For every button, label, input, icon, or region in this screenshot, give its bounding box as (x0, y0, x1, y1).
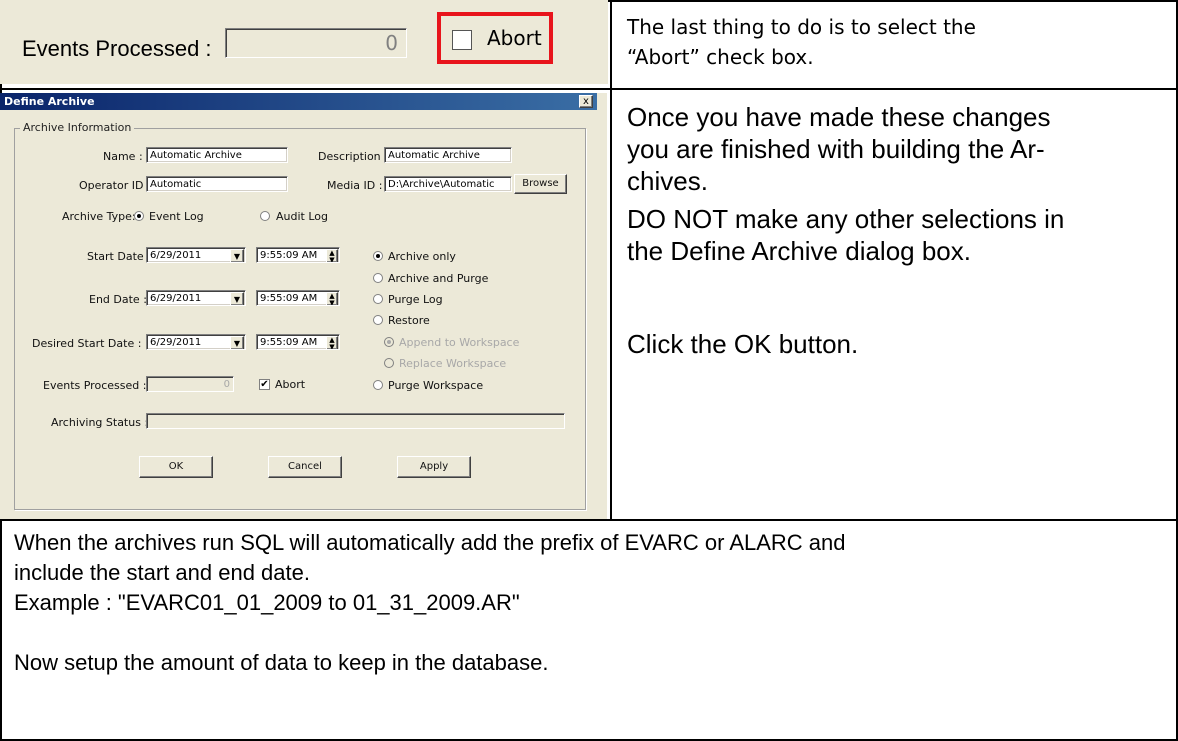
spinner-arrows-icon[interactable]: ▲ ▼ (326, 336, 338, 349)
finish-line-1: Once you have made these changes (627, 102, 1051, 132)
replace-workspace-radio[interactable] (384, 358, 394, 368)
desired-start-time-spinner[interactable]: 9:55:09 AM ▲ ▼ (256, 334, 340, 350)
start-date-value: 6/29/2011 (150, 250, 202, 261)
desired-start-date-combo[interactable]: 6/29/2011 ▼ (146, 334, 246, 350)
end-time-spinner[interactable]: 9:55:09 AM ▲ ▼ (256, 290, 340, 306)
operator-id-input[interactable]: Automatic (146, 176, 288, 192)
abort-checkbox[interactable] (452, 30, 472, 50)
abort-label: Abort (275, 378, 306, 391)
start-time-value: 9:55:09 AM (260, 250, 318, 261)
audit-log-label: Audit Log (276, 210, 328, 223)
abort-label: Abort (487, 26, 542, 50)
archive-naming-note: When the archives run SQL will automatic… (14, 528, 1164, 678)
events-processed-field: 0 (225, 28, 407, 58)
desired-start-date-label: Desired Start Date : (32, 337, 142, 350)
end-date-combo[interactable]: 6/29/2011 ▼ (146, 290, 246, 306)
finish-line-2: you are finished with building the Ar- (627, 134, 1045, 164)
archive-and-purge-label: Archive and Purge (388, 272, 489, 285)
note-line-2: include the start and end date. (14, 560, 310, 585)
ok-button[interactable]: OK (139, 456, 213, 478)
append-to-workspace-label: Append to Workspace (399, 336, 520, 349)
events-processed-value: 0 (385, 31, 398, 55)
finish-line-3: chives. (627, 166, 708, 196)
purge-workspace-radio[interactable] (373, 380, 383, 390)
events-processed-field: 0 (146, 376, 234, 392)
name-label: Name : (103, 150, 143, 163)
instruction-abort-line-1: The last thing to do is to select the (627, 15, 976, 39)
finish-line-5: the Define Archive dialog box. (627, 236, 971, 266)
event-log-label: Event Log (149, 210, 204, 223)
table-border-row2 (0, 519, 1178, 521)
chevron-down-icon[interactable]: ▼ (230, 249, 244, 262)
audit-log-radio[interactable] (260, 211, 270, 221)
archive-type-label: Archive Type: (62, 210, 136, 223)
spinner-arrows-icon[interactable]: ▲ ▼ (326, 292, 338, 305)
archive-only-radio[interactable] (373, 251, 383, 261)
purge-workspace-label: Purge Workspace (388, 379, 484, 392)
apply-button[interactable]: Apply (397, 456, 471, 478)
table-border-row1 (0, 88, 1178, 90)
media-id-label: Media ID : (327, 179, 383, 192)
event-log-radio[interactable] (134, 211, 144, 221)
purge-log-label: Purge Log (388, 293, 443, 306)
start-time-spinner[interactable]: 9:55:09 AM ▲ ▼ (256, 247, 340, 263)
note-line-1: When the archives run SQL will automatic… (14, 530, 846, 555)
start-date-combo[interactable]: 6/29/2011 ▼ (146, 247, 246, 263)
instruction-abort-line-2: “Abort” check box. (627, 45, 814, 69)
spinner-arrows-icon[interactable]: ▲ ▼ (326, 249, 338, 262)
archiving-status-field (146, 413, 565, 429)
instruction-finish: Once you have made these changes you are… (627, 101, 1167, 360)
purge-log-radio[interactable] (373, 294, 383, 304)
cancel-button[interactable]: Cancel (268, 456, 342, 478)
events-processed-label: Events Processed : (22, 36, 212, 61)
operator-id-label: Operator ID : (79, 179, 151, 192)
start-date-label: Start Date : (87, 250, 151, 263)
restore-label: Restore (388, 314, 430, 327)
end-date-value: 6/29/2011 (150, 293, 202, 304)
finish-line-4: DO NOT make any other selections in (627, 204, 1065, 234)
desired-start-time-value: 9:55:09 AM (260, 337, 318, 348)
browse-button[interactable]: Browse (514, 174, 567, 194)
chevron-down-icon[interactable]: ▼ (230, 336, 244, 349)
dialog-title: Define Archive (4, 95, 95, 108)
name-input[interactable]: Automatic Archive (146, 147, 288, 163)
archive-and-purge-radio[interactable] (373, 273, 383, 283)
end-time-value: 9:55:09 AM (260, 293, 318, 304)
media-id-input[interactable]: D:\Archive\Automatic (384, 176, 512, 192)
replace-workspace-label: Replace Workspace (399, 357, 507, 370)
events-abort-snippet: Events Processed : 0 Abort (0, 0, 608, 84)
table-border-middle (610, 0, 612, 520)
desired-start-date-value: 6/29/2011 (150, 337, 202, 348)
abort-checkbox[interactable]: ✔ (259, 379, 270, 390)
dialog-title-bar: Define Archive x (0, 93, 597, 110)
archiving-status-label: Archiving Status : (51, 416, 149, 429)
chevron-down-icon[interactable]: ▼ (230, 292, 244, 305)
events-processed-value: 0 (223, 379, 230, 390)
restore-radio[interactable] (373, 315, 383, 325)
archive-only-label: Archive only (388, 250, 456, 263)
note-line-4: Now setup the amount of data to keep in … (14, 650, 549, 675)
end-date-label: End Date : (89, 293, 147, 306)
define-archive-dialog: Define Archive x Archive Information Nam… (0, 93, 607, 519)
description-label: Description : (318, 150, 388, 163)
finish-line-6: Click the OK button. (627, 329, 859, 359)
events-processed-label: Events Processed : (43, 379, 147, 392)
append-to-workspace-radio[interactable] (384, 337, 394, 347)
instruction-abort: The last thing to do is to select the “A… (627, 12, 1167, 72)
archive-information-title: Archive Information (20, 121, 135, 134)
note-line-3: Example : "EVARC01_01_2009 to 01_31_2009… (14, 590, 520, 615)
close-icon[interactable]: x (579, 95, 593, 108)
description-input[interactable]: Automatic Archive (384, 147, 512, 163)
